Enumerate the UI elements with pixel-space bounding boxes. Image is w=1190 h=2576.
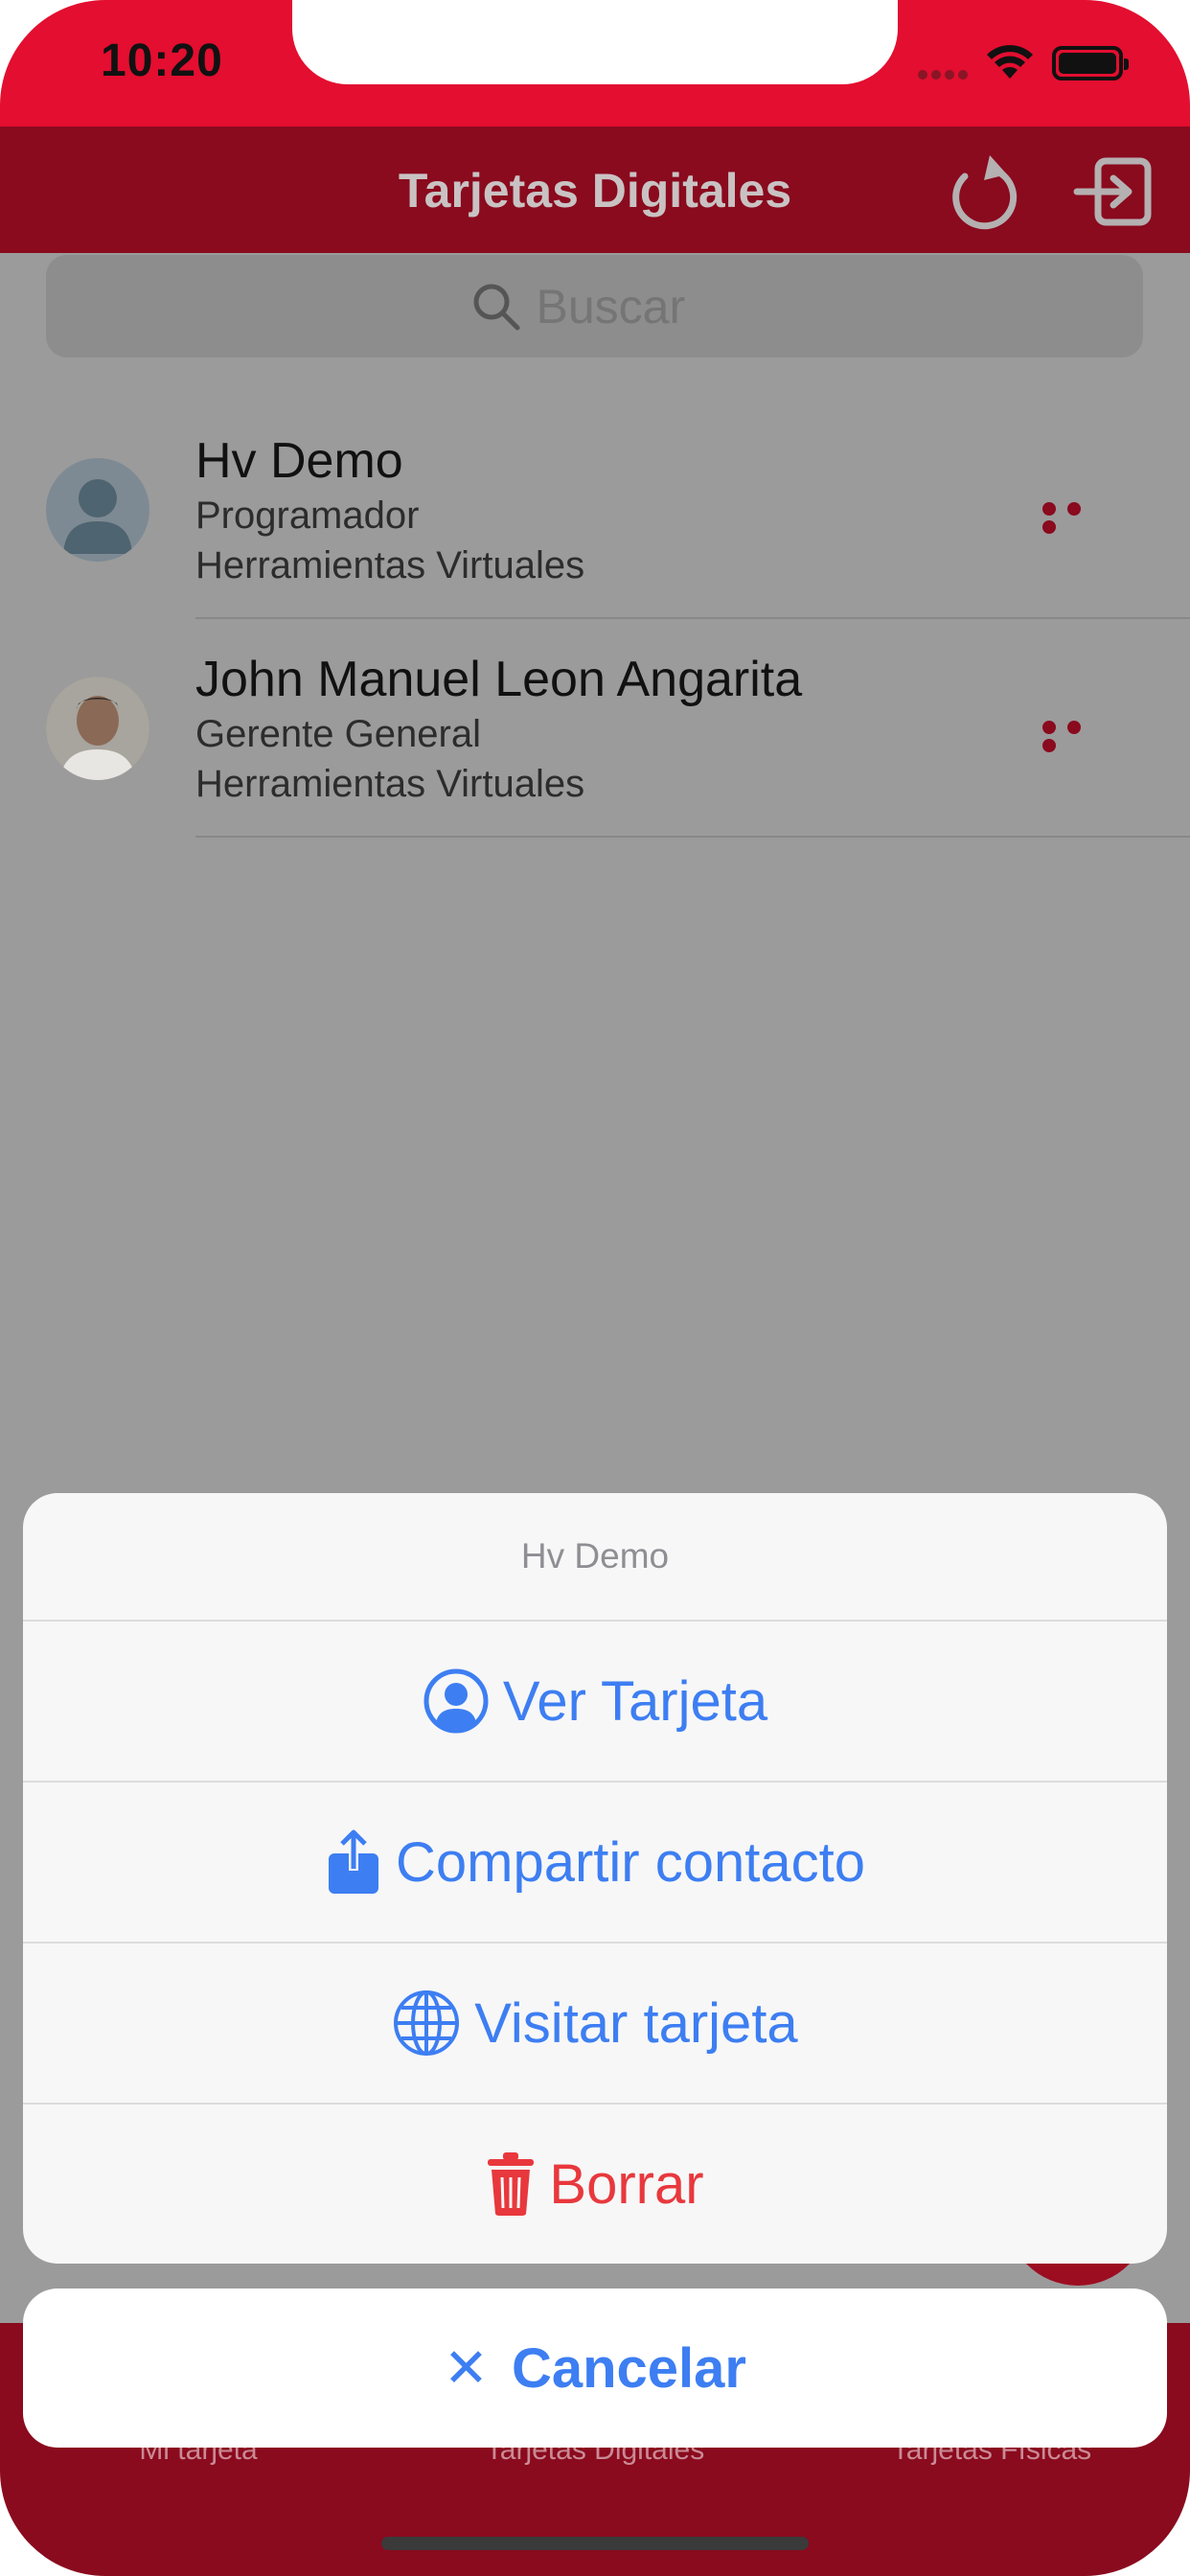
nav-bar: Tarjetas Digitales xyxy=(0,126,1190,253)
cancel-button[interactable]: ✕ Cancelar xyxy=(23,2288,1167,2448)
notch xyxy=(292,0,898,84)
avatar xyxy=(46,677,149,780)
borrar-button[interactable]: Borrar xyxy=(23,2103,1167,2264)
search-icon xyxy=(473,284,519,330)
close-icon: ✕ xyxy=(444,2337,489,2398)
person-circle-icon xyxy=(423,1668,489,1734)
status-bar: 10:20 xyxy=(0,0,1190,126)
avatar xyxy=(46,458,149,562)
card-role: Gerente General xyxy=(195,713,481,755)
visitar-tarjeta-button[interactable]: Visitar tarjeta xyxy=(23,1942,1167,2103)
compartir-contacto-button[interactable]: Compartir contacto xyxy=(23,1781,1167,1942)
card-company: Herramientas Virtuales xyxy=(195,544,585,586)
row-divider xyxy=(195,836,1190,838)
card-name: Hv Demo xyxy=(195,433,403,489)
more-options-icon[interactable] xyxy=(1042,721,1113,752)
card-role: Programador xyxy=(195,494,420,537)
ver-tarjeta-label: Ver Tarjeta xyxy=(502,1669,768,1733)
status-time: 10:20 xyxy=(101,35,223,86)
refresh-icon[interactable] xyxy=(944,150,1024,236)
home-indicator xyxy=(381,2537,809,2550)
phone-screen: 10:20 Tarjetas Digitales Buscar Hv Demo … xyxy=(0,0,1190,2576)
list-item[interactable]: Hv Demo Programador Herramientas Virtual… xyxy=(0,420,1190,638)
battery-icon xyxy=(1052,46,1129,80)
search-input[interactable] xyxy=(536,278,719,334)
logout-icon[interactable] xyxy=(1073,155,1154,228)
search-bar[interactable] xyxy=(46,255,1143,357)
list-item[interactable]: John Manuel Leon Angarita Gerente Genera… xyxy=(0,638,1190,857)
cellular-signal-icon xyxy=(918,67,975,80)
card-name: John Manuel Leon Angarita xyxy=(195,652,803,707)
person-placeholder-icon xyxy=(63,479,132,554)
cancel-label: Cancelar xyxy=(511,2336,746,2400)
more-options-icon[interactable] xyxy=(1042,502,1113,534)
visitar-tarjeta-label: Visitar tarjeta xyxy=(474,1991,798,2055)
action-sheet-title: Hv Demo xyxy=(520,1536,670,1576)
action-sheet: Hv Demo Ver Tarjeta Compartir contacto V… xyxy=(23,1493,1167,2264)
row-divider xyxy=(195,617,1190,619)
card-company: Herramientas Virtuales xyxy=(195,763,585,805)
profile-photo xyxy=(46,677,149,780)
wifi-icon xyxy=(987,45,1033,79)
trash-icon xyxy=(488,2152,535,2216)
share-icon xyxy=(329,1829,378,1894)
ver-tarjeta-button[interactable]: Ver Tarjeta xyxy=(23,1620,1167,1781)
globe-icon xyxy=(394,1990,460,2056)
borrar-label: Borrar xyxy=(549,2152,704,2216)
compartir-contacto-label: Compartir contacto xyxy=(396,1830,865,1894)
